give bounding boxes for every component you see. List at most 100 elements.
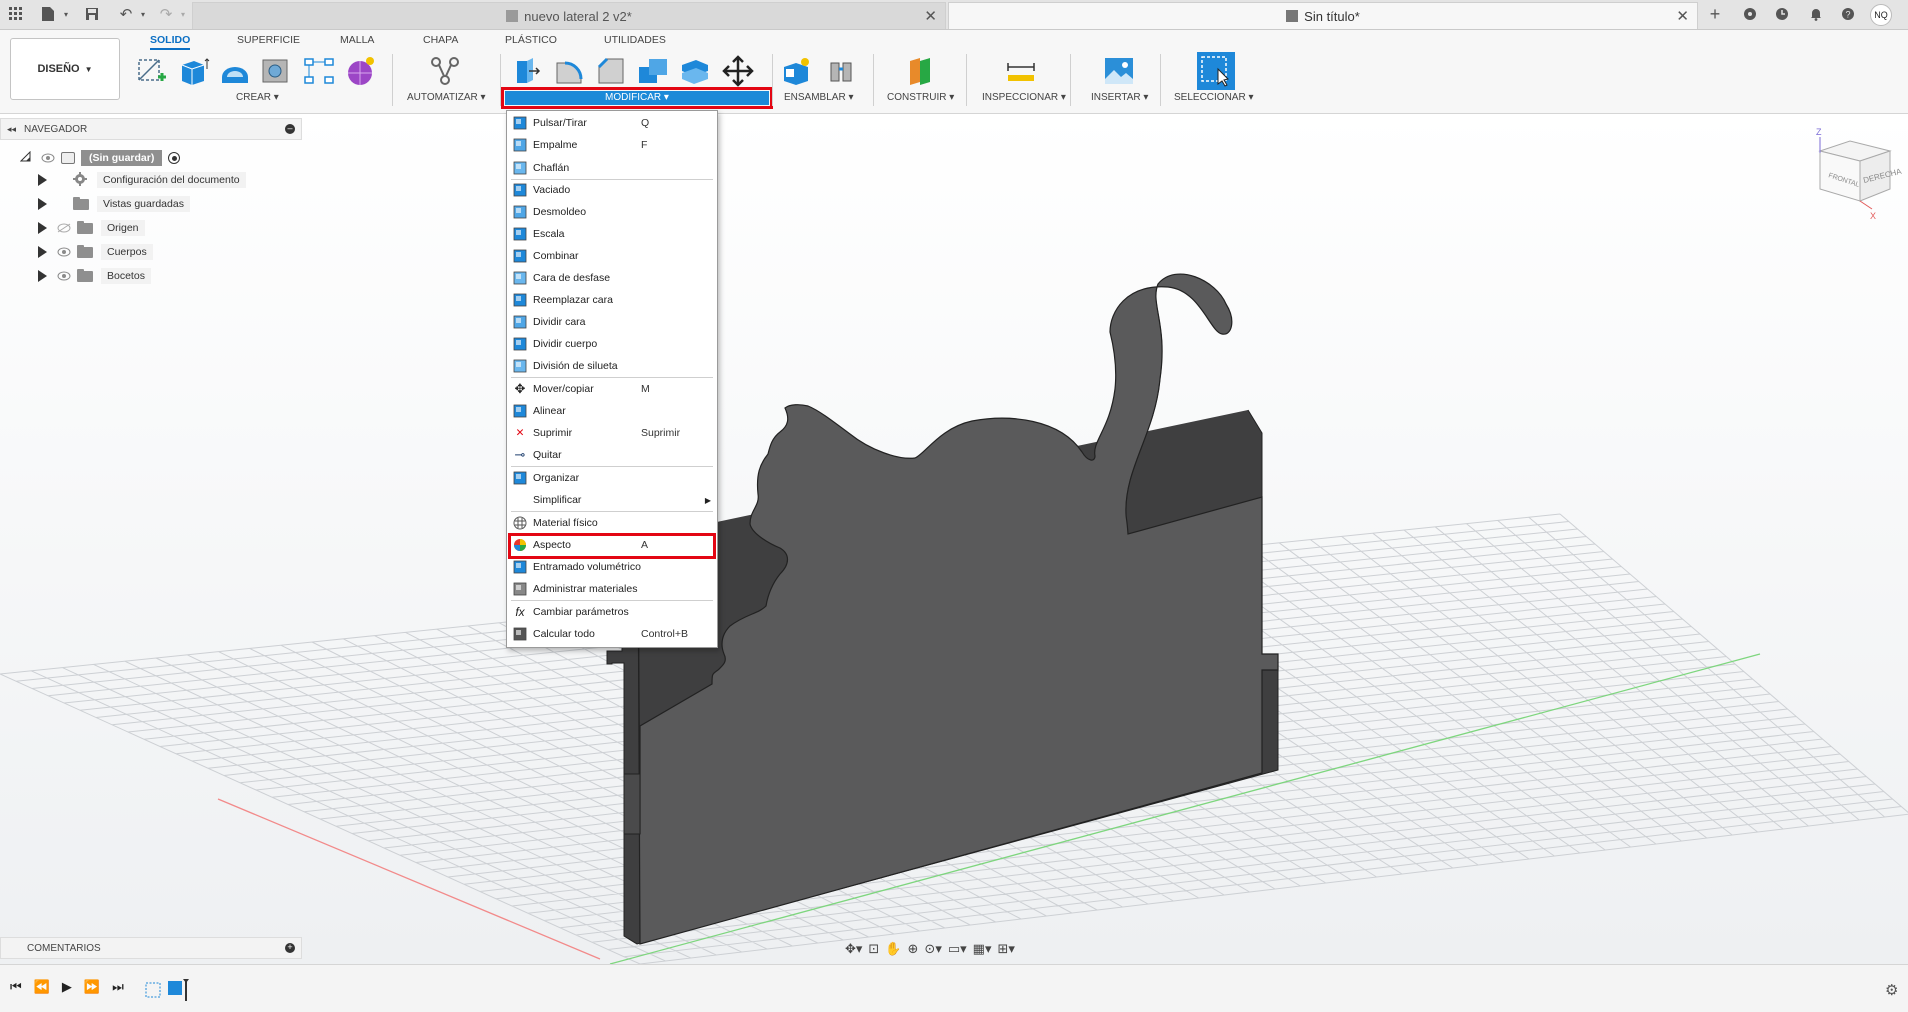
menu-item-quitar[interactable]: ⊸ Quitar	[507, 444, 717, 466]
group-construir[interactable]: CONSTRUIR ▾	[887, 92, 954, 103]
move-copy-icon[interactable]	[721, 54, 755, 88]
menu-item-cara-de-desfase[interactable]: Cara de desfase	[507, 267, 717, 289]
group-inspeccionar[interactable]: INSPECCIONAR ▾	[982, 92, 1066, 103]
menu-item-reemplazar-cara[interactable]: Reemplazar cara	[507, 289, 717, 311]
visibility-eye-icon[interactable]	[57, 271, 71, 281]
pattern-icon[interactable]	[302, 54, 336, 88]
group-modificar[interactable]: MODIFICAR ▾	[501, 87, 773, 109]
collapse-panel-icon[interactable]: ◂◂	[7, 124, 16, 135]
save-icon[interactable]	[82, 4, 102, 24]
offset-face-icon[interactable]	[678, 54, 712, 88]
menu-item-división-de-silueta[interactable]: División de silueta	[507, 355, 717, 377]
menu-item-combinar[interactable]: Combinar	[507, 245, 717, 267]
menu-item-alinear[interactable]: Alinear	[507, 400, 717, 422]
visibility-eye-icon[interactable]	[57, 247, 71, 257]
step-back-icon[interactable]: ⏪	[34, 979, 50, 995]
go-to-end-icon[interactable]: ⏭	[112, 979, 124, 995]
tree-item-sketches[interactable]: Bocetos	[38, 266, 246, 286]
play-icon[interactable]: ▶	[62, 979, 72, 995]
3d-viewport[interactable]: FRONTAL DERECHA Z X	[0, 114, 1908, 964]
comments-panel[interactable]: COMENTARIOS +	[0, 937, 302, 959]
tab-utilidades[interactable]: UTILIDADES	[604, 34, 666, 46]
tab-malla[interactable]: MALLA	[340, 34, 374, 46]
expand-triangle-icon[interactable]	[38, 270, 47, 282]
tree-item-saved-views[interactable]: Vistas guardadas	[38, 194, 246, 214]
group-ensamblar[interactable]: ENSAMBLAR ▾	[784, 92, 854, 103]
pan-hand-icon[interactable]: ✋	[885, 941, 901, 957]
extensions-icon[interactable]	[1740, 4, 1760, 24]
tree-item-bodies[interactable]: Cuerpos	[38, 242, 246, 262]
expand-triangle-icon[interactable]	[38, 222, 47, 234]
menu-item-chaflán[interactable]: Chaflán	[507, 157, 717, 179]
user-avatar[interactable]: NQ	[1870, 4, 1892, 26]
tab-solido[interactable]: SOLIDO	[150, 34, 191, 50]
add-comment-icon[interactable]: +	[285, 943, 295, 953]
close-icon[interactable]: ✕	[1676, 7, 1689, 25]
measure-icon[interactable]	[1004, 54, 1038, 88]
file-menu-icon[interactable]	[38, 4, 58, 24]
group-seleccionar[interactable]: SELECCIONAR ▾	[1174, 92, 1254, 103]
minus-circle-icon[interactable]: –	[285, 124, 295, 134]
viewports-icon[interactable]: ⊞▾	[997, 941, 1014, 957]
browser-panel-header[interactable]: ◂◂ NAVEGADOR –	[0, 118, 302, 140]
hidden-eye-icon[interactable]	[57, 223, 71, 233]
menu-item-organizar[interactable]: Organizar	[507, 467, 717, 489]
menu-item-simplificar[interactable]: Simplificar ▶	[507, 489, 717, 511]
fit-zoom-icon[interactable]: ⊙▾	[924, 941, 941, 957]
fillet-icon[interactable]	[552, 54, 586, 88]
expand-triangle-icon[interactable]	[38, 246, 47, 258]
workspace-switcher-button[interactable]: DISEÑO ▼	[10, 38, 120, 100]
group-crear[interactable]: CREAR ▾	[236, 92, 279, 103]
notifications-icon[interactable]	[1806, 4, 1826, 24]
menu-item-administrar-materiales[interactable]: Administrar materiales	[507, 578, 717, 600]
expand-triangle-icon[interactable]	[38, 174, 47, 186]
menu-item-cambiar-parámetros[interactable]: fx Cambiar parámetros	[507, 601, 717, 623]
combine-icon[interactable]	[636, 54, 670, 88]
joint-icon[interactable]	[824, 54, 858, 88]
menu-item-material-físico[interactable]: Material físico	[507, 512, 717, 534]
expand-triangle-icon[interactable]	[38, 198, 47, 210]
press-pull-icon[interactable]	[510, 54, 544, 88]
tree-item-document-settings[interactable]: Configuración del documento	[38, 170, 246, 190]
visibility-eye-icon[interactable]	[41, 153, 55, 163]
tab-plastico[interactable]: PLÁSTICO	[505, 34, 557, 46]
orbit-icon[interactable]: ✥▾	[845, 941, 862, 957]
menu-item-entramado-volumétrico[interactable]: Entramado volumétrico	[507, 556, 717, 578]
select-icon[interactable]	[1197, 52, 1235, 90]
create-sketch-icon[interactable]	[135, 54, 169, 88]
redo-dropdown-icon[interactable]: ▾	[173, 4, 193, 24]
group-insertar[interactable]: INSERTAR ▾	[1091, 92, 1148, 103]
app-grid-icon[interactable]	[6, 4, 26, 24]
collapse-triangle-icon[interactable]	[19, 150, 31, 165]
close-icon[interactable]: ✕	[924, 7, 937, 25]
insert-image-icon[interactable]	[1102, 54, 1136, 88]
menu-item-dividir-cuerpo[interactable]: Dividir cuerpo	[507, 333, 717, 355]
hole-icon[interactable]	[259, 54, 293, 88]
tab-chapa[interactable]: CHAPA	[423, 34, 458, 46]
look-at-icon[interactable]: ⊡	[868, 941, 879, 957]
automate-icon[interactable]	[428, 54, 462, 88]
tab-superficie[interactable]: SUPERFICIE	[237, 34, 300, 46]
step-forward-icon[interactable]: ⏩	[84, 979, 100, 995]
zoom-icon[interactable]: ⊕	[908, 941, 919, 957]
file-dropdown-icon[interactable]: ▾	[56, 4, 76, 24]
document-tab-1[interactable]: nuevo lateral 2 v2* ✕	[192, 2, 946, 29]
new-tab-icon[interactable]: +	[1705, 4, 1725, 24]
extrude-icon[interactable]	[177, 54, 211, 88]
revolve-icon[interactable]	[218, 54, 252, 88]
undo-dropdown-icon[interactable]: ▾	[133, 4, 153, 24]
create-form-icon[interactable]	[343, 54, 377, 88]
menu-item-dividir-cara[interactable]: Dividir cara	[507, 311, 717, 333]
go-to-start-icon[interactable]: ⏮	[10, 979, 22, 995]
menu-item-pulsar-tirar[interactable]: Pulsar/Tirar Q	[507, 112, 717, 134]
new-component-icon[interactable]	[780, 54, 814, 88]
menu-item-vaciado[interactable]: Vaciado	[507, 179, 717, 201]
tree-item-origin[interactable]: Origen	[38, 218, 246, 238]
tree-root[interactable]: (Sin guardar)	[19, 148, 181, 168]
menu-item-mover-copiar[interactable]: ✥ Mover/copiar M	[507, 378, 717, 400]
menu-item-desmoldeo[interactable]: Desmoldeo	[507, 201, 717, 223]
offset-plane-icon[interactable]	[903, 54, 937, 88]
chamfer-icon[interactable]	[594, 54, 628, 88]
timeline-settings-gear-icon[interactable]: ⚙	[1885, 981, 1898, 999]
menu-item-calcular-todo[interactable]: Calcular todo Control+B	[507, 623, 717, 645]
